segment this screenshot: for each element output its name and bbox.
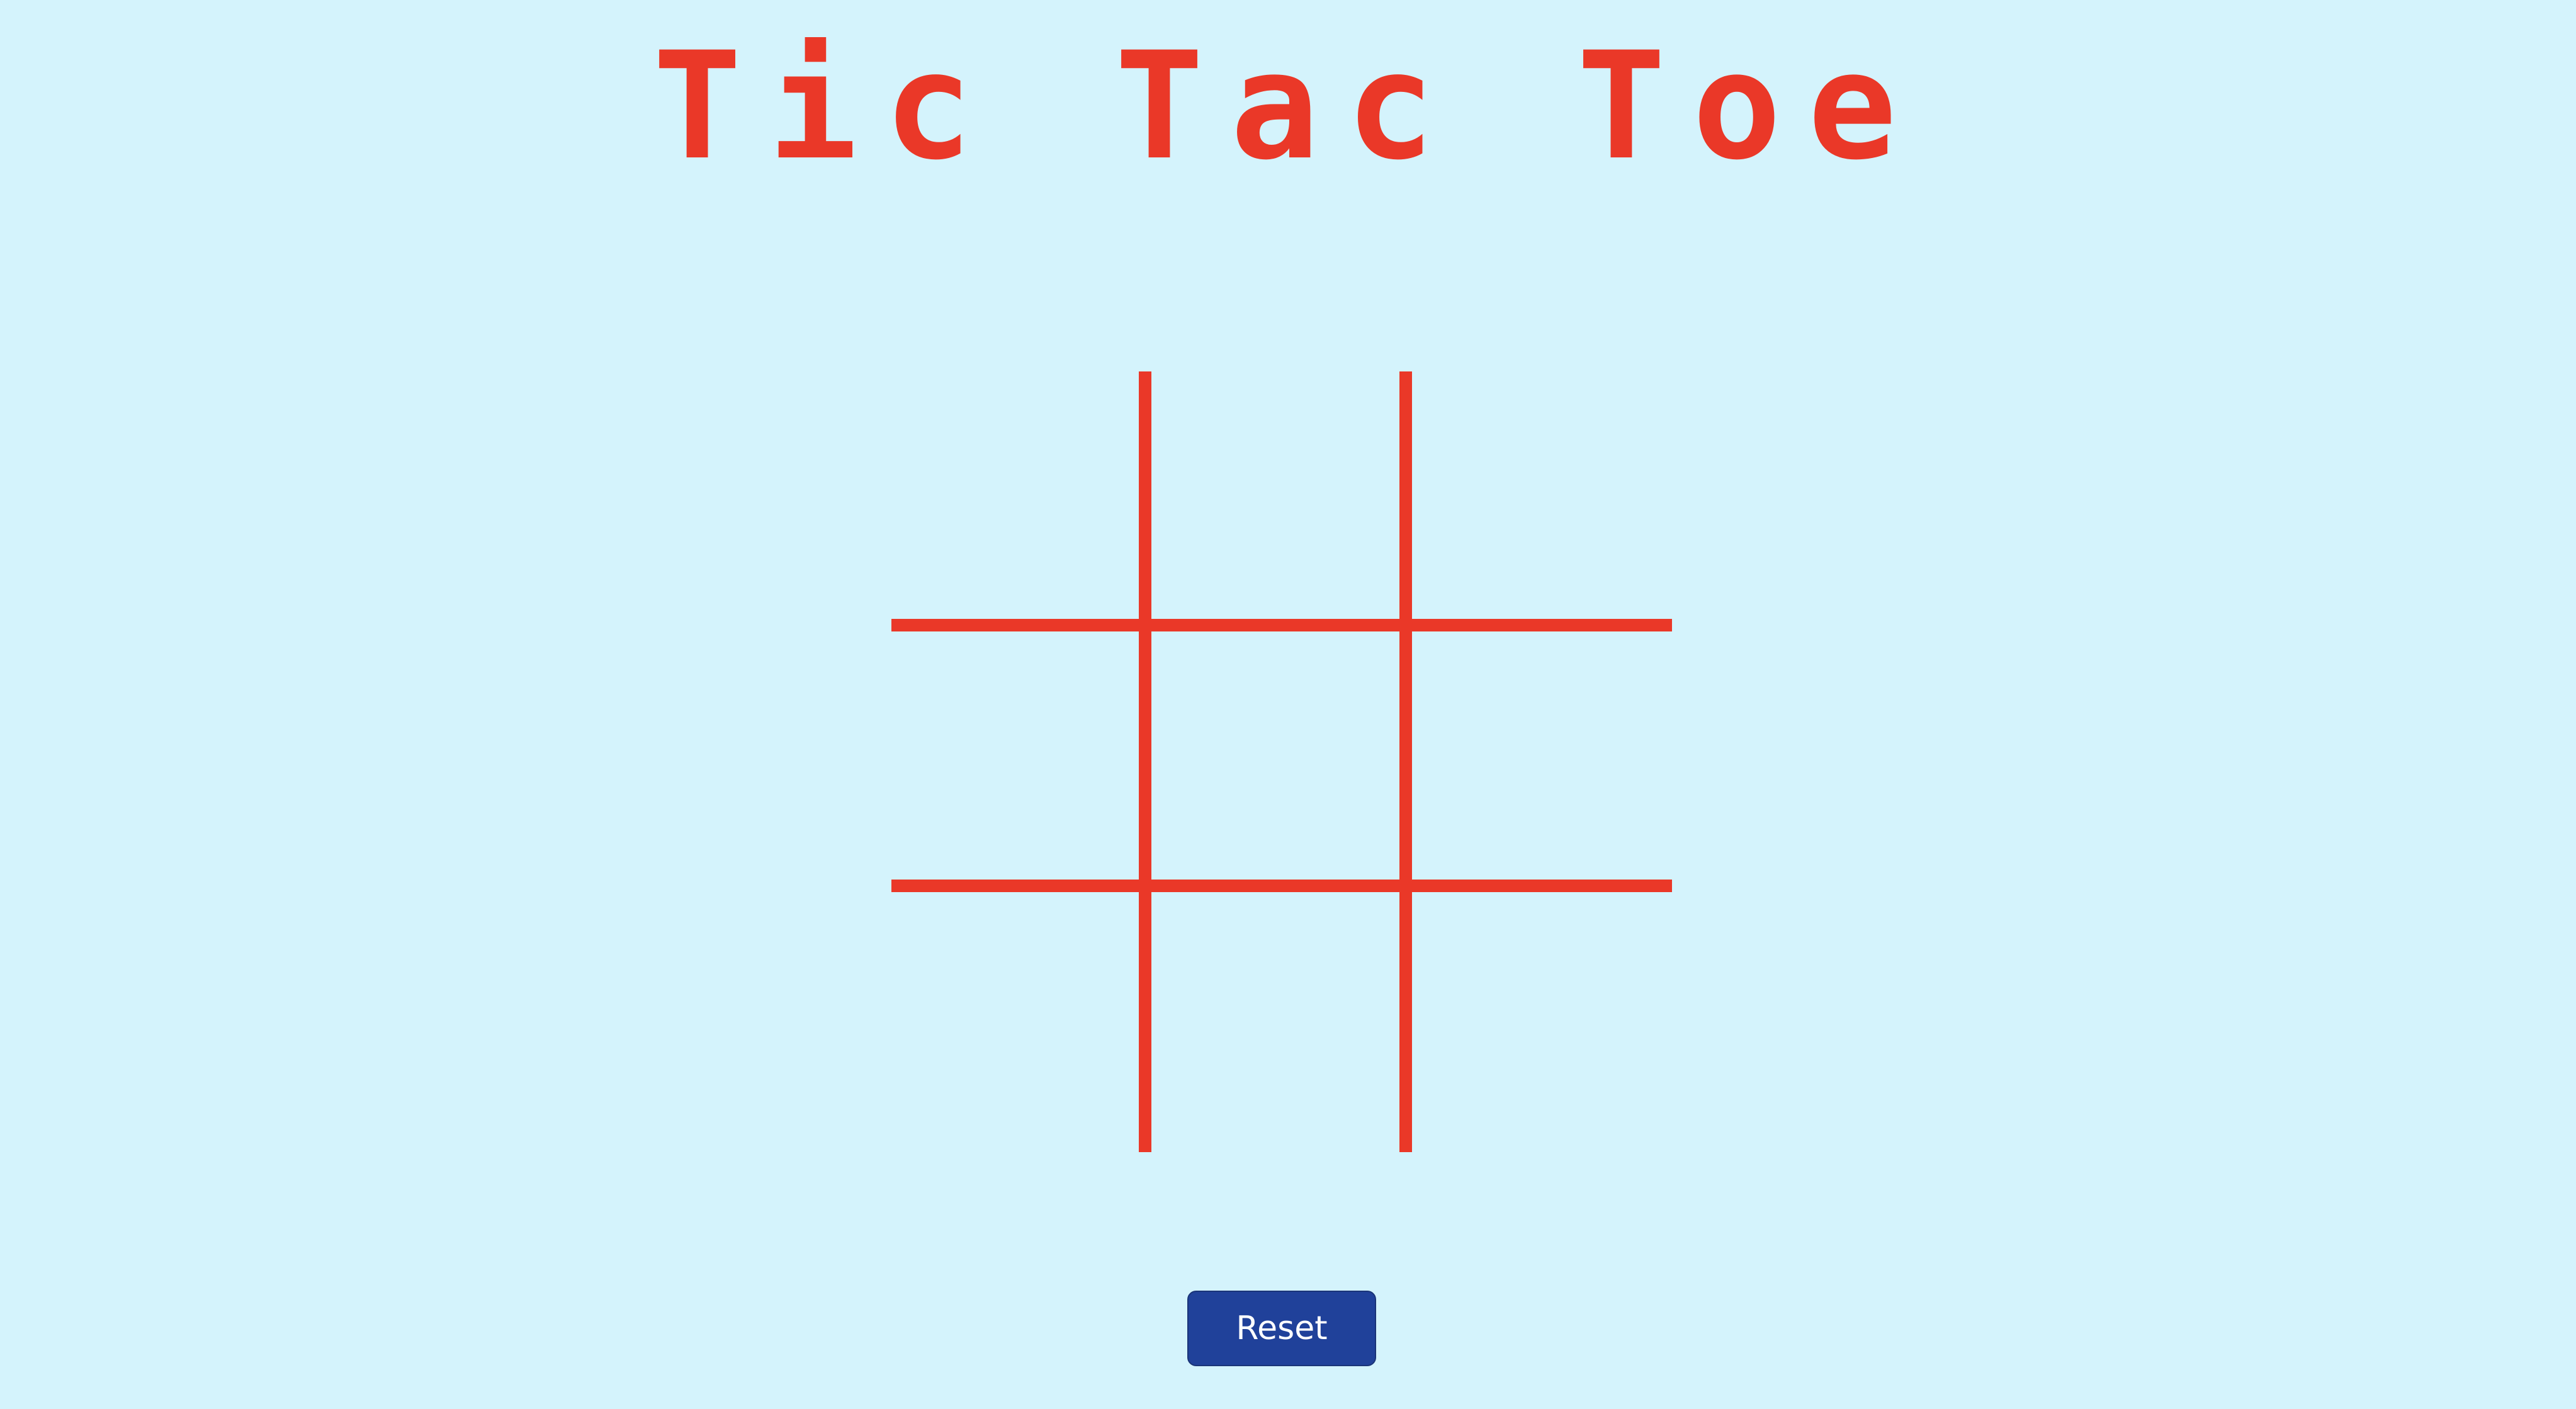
- board-cell-9[interactable]: [1412, 892, 1672, 1152]
- reset-button[interactable]: Reset: [1187, 1291, 1376, 1366]
- game-title: Tic Tac Toe: [652, 21, 1924, 193]
- board-cell-4[interactable]: [891, 631, 1152, 892]
- board-cell-5[interactable]: [1151, 631, 1412, 892]
- board-cell-1[interactable]: [891, 371, 1152, 632]
- board-cell-2[interactable]: [1151, 371, 1412, 632]
- board-cell-8[interactable]: [1151, 891, 1412, 1152]
- board-cell-3[interactable]: [1411, 371, 1672, 632]
- game-board: [891, 371, 1672, 1152]
- board-cell-6[interactable]: [1411, 631, 1672, 892]
- board-cell-7[interactable]: [891, 891, 1152, 1152]
